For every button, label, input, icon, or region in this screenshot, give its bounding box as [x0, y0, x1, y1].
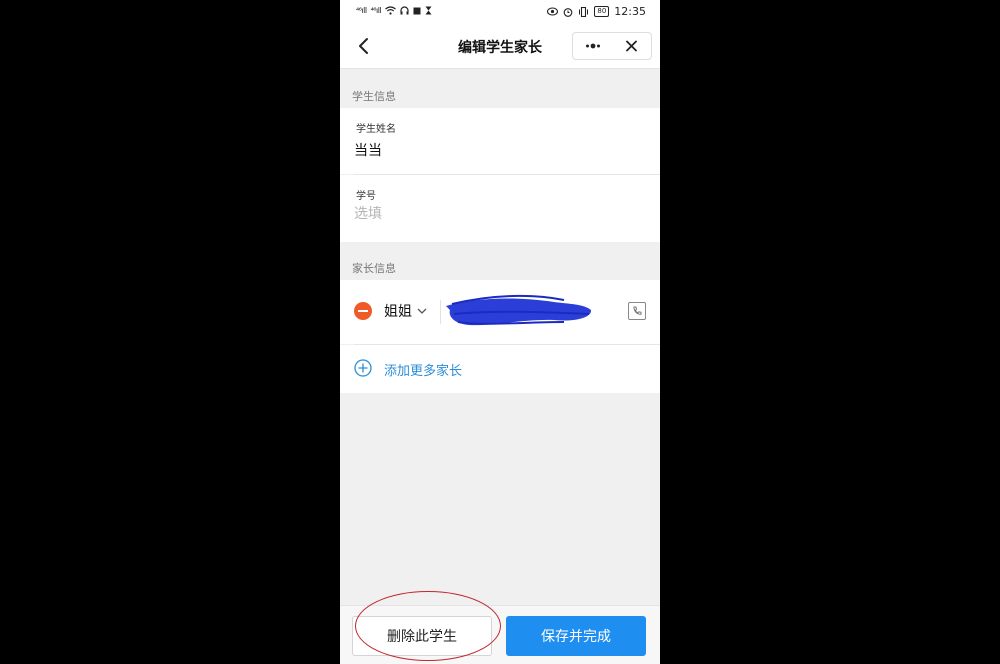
nav-bar: 编辑学生家长	[340, 24, 660, 69]
contact-book-button[interactable]	[628, 302, 646, 320]
save-and-finish-button[interactable]: 保存并完成	[506, 616, 646, 656]
close-icon	[626, 40, 637, 52]
student-name-field[interactable]: 学生姓名 当当	[340, 108, 660, 174]
student-id-field: 学号	[340, 175, 660, 242]
student-id-label: 学号	[356, 191, 376, 202]
wifi-icon	[385, 6, 397, 15]
delete-student-button[interactable]: 删除此学生	[352, 616, 492, 656]
relation-label: 姐姐	[384, 304, 412, 320]
student-section-title: 学生信息	[352, 90, 396, 103]
student-name-value: 当当	[354, 143, 382, 159]
phone-icon	[633, 306, 642, 315]
status-bar: ⁴⁶ıll ⁴⁶ıll 80 12:35	[340, 0, 660, 24]
parent-row: 姐姐	[340, 280, 660, 344]
row-separator	[440, 300, 441, 324]
stop-icon	[413, 7, 421, 14]
more-dots-icon	[586, 43, 600, 49]
student-id-input[interactable]	[354, 203, 634, 225]
relation-dropdown[interactable]: 姐姐	[384, 301, 428, 321]
bottom-action-bar: 删除此学生 保存并完成	[340, 605, 660, 664]
menu-capsule	[572, 32, 652, 60]
status-right: 80 12:35	[547, 5, 646, 18]
parent-section-title: 家长信息	[352, 262, 396, 275]
close-button[interactable]	[612, 33, 651, 59]
student-section-header: 学生信息	[340, 70, 660, 108]
signal-icon-1: ⁴⁶ıll	[356, 6, 367, 15]
hourglass-icon	[425, 6, 432, 15]
alarm-icon	[564, 7, 573, 17]
parent-section-header: 家长信息	[340, 242, 660, 280]
eye-icon	[547, 7, 559, 16]
headset-icon	[400, 6, 409, 15]
phone-screen: ⁴⁶ıll ⁴⁶ıll 80 12:35 编辑学生家长 学生信息 学生姓名 当当…	[340, 0, 660, 664]
status-left: ⁴⁶ıll ⁴⁶ıll	[356, 6, 432, 15]
add-parent-label: 添加更多家长	[384, 364, 463, 379]
signal-icon-2: ⁴⁶ıll	[370, 6, 382, 15]
more-button[interactable]	[573, 33, 612, 59]
clock: 12:35	[614, 5, 646, 18]
chevron-down-icon	[417, 308, 427, 314]
plus-circle-icon	[354, 359, 372, 377]
remove-parent-button[interactable]	[354, 302, 372, 320]
battery-icon: 80	[594, 6, 610, 17]
add-parent-button[interactable]: 添加更多家长	[340, 345, 660, 393]
vibrate-icon	[579, 6, 589, 17]
redaction-scribble[interactable]	[444, 292, 594, 332]
student-name-label: 学生姓名	[356, 124, 396, 135]
